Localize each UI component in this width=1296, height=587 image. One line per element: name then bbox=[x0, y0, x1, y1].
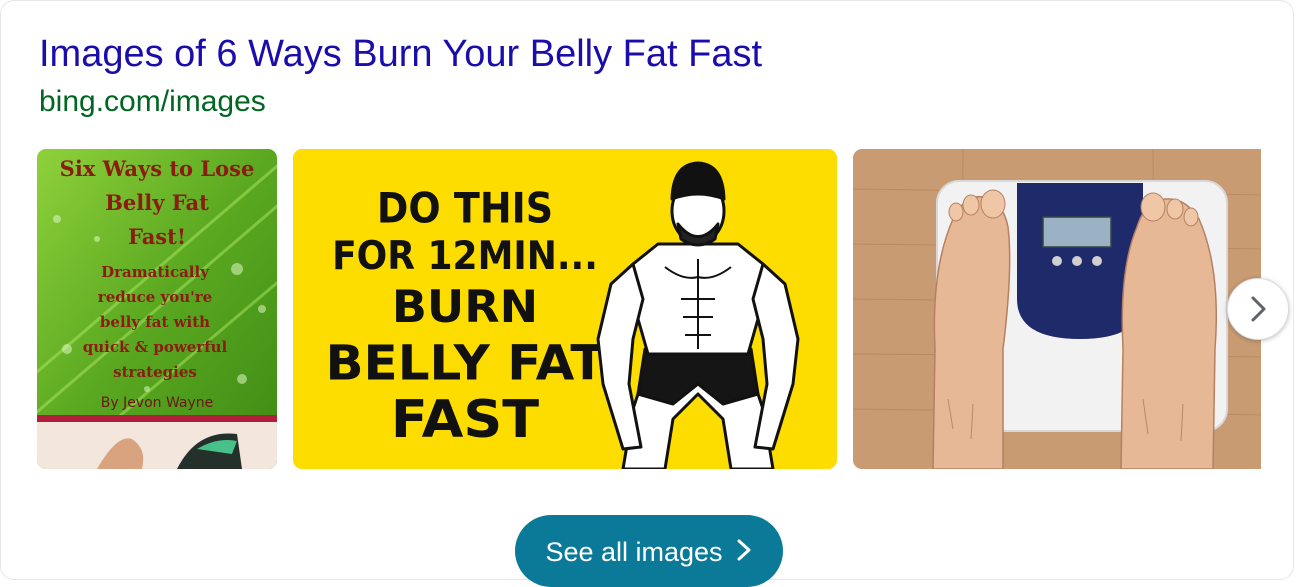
result-title-link[interactable]: Images of 6 Ways Burn Your Belly Fat Fas… bbox=[39, 31, 762, 77]
promo-main-line-2: BELLY FAT bbox=[325, 335, 605, 391]
carousel-next-button[interactable] bbox=[1227, 278, 1289, 340]
promo-main-line-1: BURN bbox=[392, 281, 538, 333]
image-answer-card: Images of 6 Ways Burn Your Belly Fat Fas… bbox=[0, 0, 1294, 587]
cover-body-line-4: quick & powerful bbox=[83, 338, 228, 356]
cover-body-line-1: Dramatically bbox=[101, 263, 210, 281]
image-thumbnail-workout-promo[interactable]: DO THIS FOR 12MIN... BURN BELLY FAT FAST bbox=[293, 149, 837, 469]
cover-body-line-3: belly fat with bbox=[100, 313, 210, 331]
promo-top-line-1: DO THIS bbox=[377, 185, 553, 233]
promo-top-line-2: FOR 12MIN... bbox=[332, 232, 598, 278]
cover-body-line-2: reduce you're bbox=[98, 288, 212, 306]
chevron-right-icon bbox=[1251, 296, 1266, 322]
cover-byline: By Jevon Wayne bbox=[101, 395, 214, 411]
result-source-url: bing.com/images bbox=[39, 85, 266, 118]
chevron-right-icon bbox=[737, 539, 751, 561]
see-all-images-label: See all images bbox=[545, 537, 723, 567]
cover-title-line-3: Fast! bbox=[128, 224, 186, 249]
see-all-images-button[interactable]: See all images bbox=[515, 515, 783, 587]
cover-title-line-1: Six Ways to Lose bbox=[60, 156, 255, 181]
image-thumbnail-scale-feet[interactable] bbox=[853, 149, 1261, 469]
image-carousel: Six Ways to Lose Belly Fat Fast! Dramati… bbox=[37, 149, 1261, 469]
image-thumbnail-ebook-cover[interactable]: Six Ways to Lose Belly Fat Fast! Dramati… bbox=[37, 149, 277, 469]
promo-main-line-3: FAST bbox=[391, 390, 539, 450]
cover-title-line-2: Belly Fat bbox=[105, 190, 209, 215]
cover-body-line-5: strategies bbox=[113, 363, 197, 381]
